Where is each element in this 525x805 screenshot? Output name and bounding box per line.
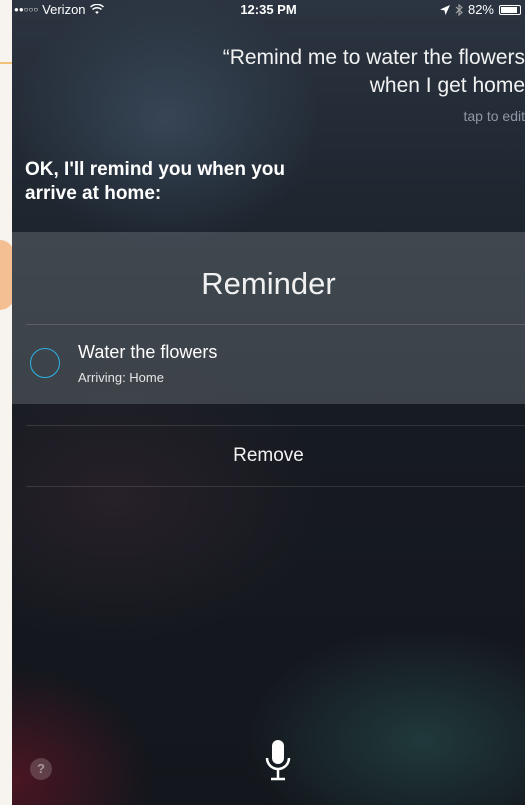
reminder-checkbox[interactable] [30, 348, 60, 378]
response-line-1: OK, I'll remind you when you [25, 159, 285, 180]
card-divider [26, 324, 525, 325]
query-line-2: when I get home [369, 74, 525, 97]
bluetooth-icon [455, 3, 463, 16]
status-bar: ●●○○○ Verizon 12:35 PM 82% [12, 0, 525, 20]
battery-fill [501, 6, 518, 13]
card-title: Reminder [201, 266, 336, 301]
remove-button[interactable]: Remove [12, 445, 525, 467]
tap-to-edit-hint[interactable]: tap to edit [464, 108, 525, 124]
reminder-title: Water the flowers [78, 342, 218, 362]
help-button[interactable]: ? [30, 758, 52, 780]
reminder-card[interactable]: Reminder Water the flowers Arriving: Hom… [12, 232, 525, 404]
location-arrow-icon [439, 4, 450, 15]
divider [26, 425, 525, 426]
battery-percent: 82% [467, 2, 494, 17]
battery-icon [499, 4, 521, 15]
divider [26, 486, 525, 487]
query-line-1: “Remind me to water the flowers [222, 46, 525, 69]
siri-screen: ●●○○○ Verizon 12:35 PM 82% “Remind me to… [12, 0, 525, 805]
microphone-icon[interactable] [262, 738, 294, 784]
siri-response: OK, I'll remind you when you arrive at h… [25, 158, 445, 206]
reminder-subtitle: Arriving: Home [78, 370, 164, 385]
siri-query[interactable]: “Remind me to water the flowers when I g… [85, 44, 525, 100]
response-line-2: arrive at home: [25, 183, 162, 204]
status-right: 82% [439, 2, 521, 17]
